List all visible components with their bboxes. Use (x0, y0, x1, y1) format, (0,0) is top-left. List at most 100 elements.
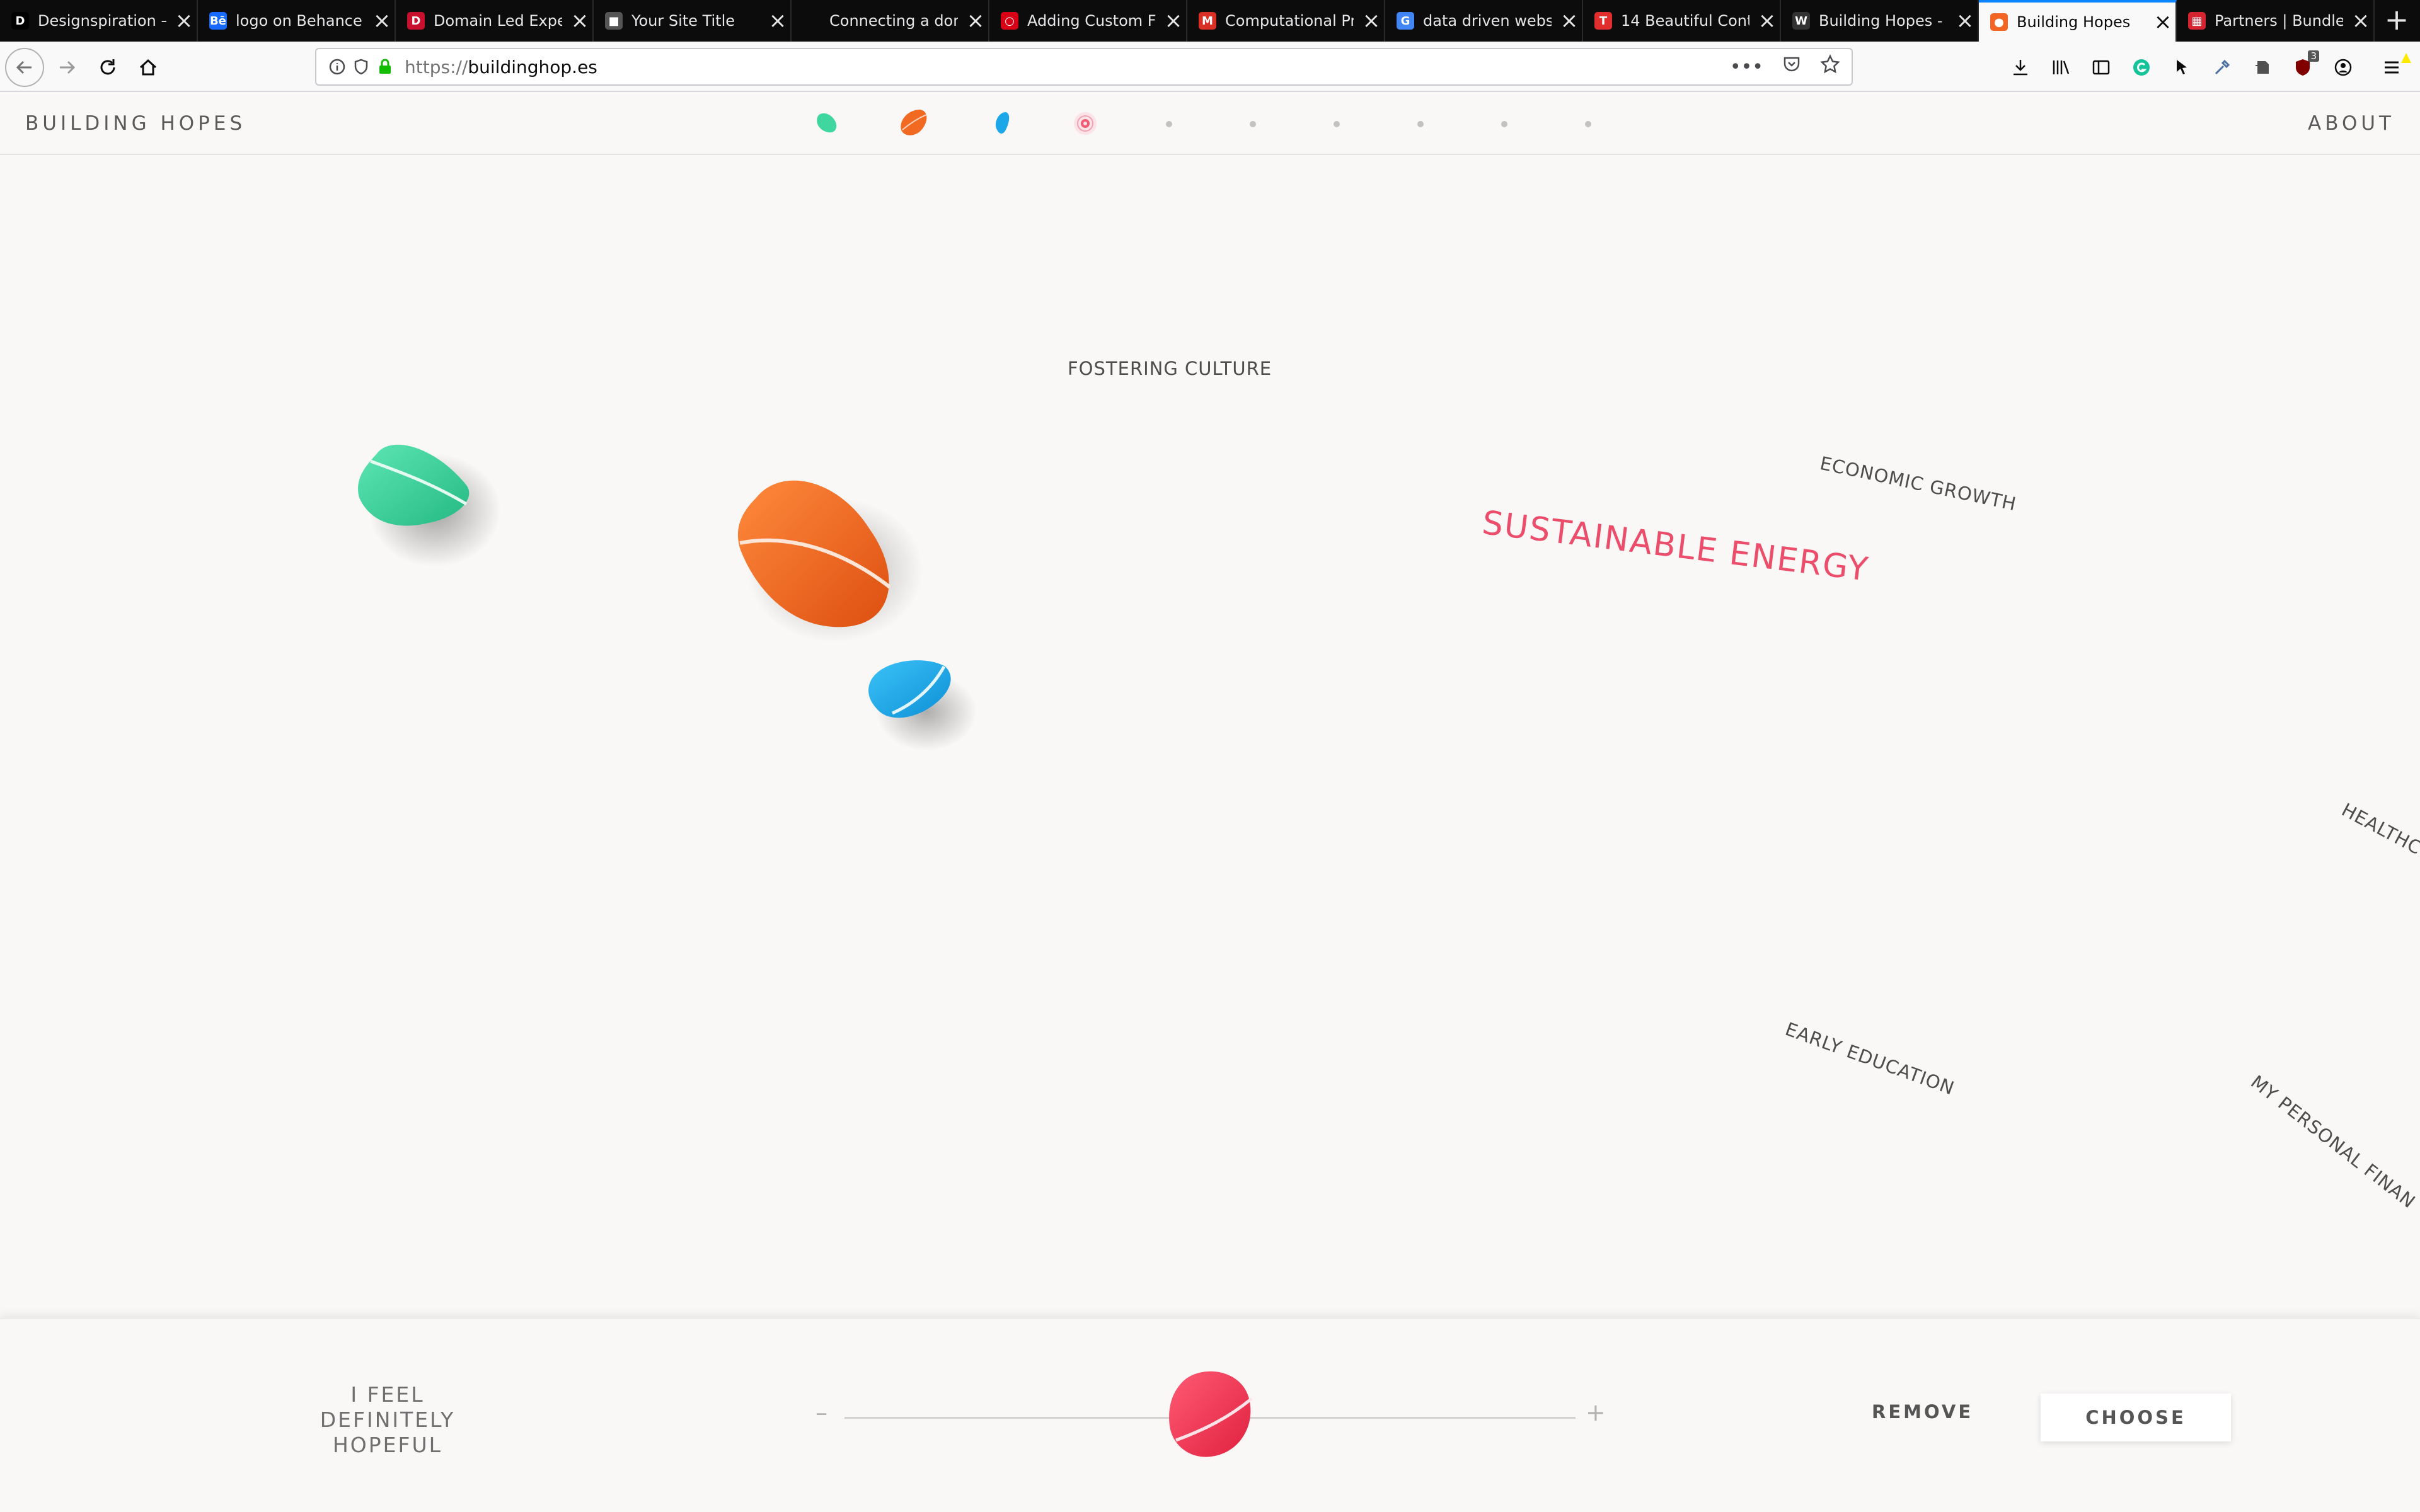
menu-hamburger-icon[interactable] (2363, 48, 2420, 87)
progress-current-target-icon[interactable] (1070, 108, 1100, 139)
tab-favicon-icon: ▦ (2188, 12, 2206, 30)
new-tab-button[interactable]: + (2380, 4, 2414, 38)
word-early-education[interactable]: EARLY EDUCATION (1782, 1018, 1957, 1099)
back-button[interactable] (5, 48, 44, 87)
site-header: BUILDING HOPES ABOUT (0, 93, 2420, 155)
browser-tab[interactable]: ○ Adding Custom Fo × (989, 0, 1187, 42)
increase-hope-button[interactable]: + (1586, 1399, 1606, 1426)
ublock-origin-icon[interactable]: 3 (2283, 48, 2323, 87)
tab-close-icon[interactable]: × (171, 10, 197, 32)
tab-close-icon[interactable]: × (1952, 10, 1978, 32)
back-arrow-icon (16, 60, 32, 74)
account-icon[interactable] (2323, 48, 2363, 87)
reload-button[interactable] (88, 48, 127, 87)
info-icon[interactable] (329, 59, 345, 75)
tab-close-icon[interactable]: × (369, 10, 395, 32)
tab-title: logo on Behance (236, 12, 362, 30)
tab-title: data driven websit (1423, 12, 1552, 30)
hope-level-label: I FEEL DEFINITELY HOPEFUL (296, 1382, 479, 1458)
progress-dot[interactable] (1417, 121, 1424, 127)
tab-close-icon[interactable]: × (963, 10, 988, 32)
tab-close-icon[interactable]: × (765, 10, 790, 32)
browser-tab[interactable]: T 14 Beautiful Conte × (1583, 0, 1781, 42)
grammarly-icon[interactable] (2121, 48, 2162, 87)
cursor-extension-icon[interactable] (2162, 48, 2202, 87)
home-icon (139, 59, 157, 76)
browser-tab[interactable]: Connecting a dom × (792, 0, 989, 42)
forward-button[interactable] (48, 48, 87, 87)
browser-tab[interactable]: Gdata driven websit × (1385, 0, 1583, 42)
url-bar[interactable]: https://buildinghop.es ••• (315, 48, 1853, 86)
tab-close-icon[interactable]: × (1161, 10, 1186, 32)
browser-tab[interactable]: ● Building Hopes × (1979, 0, 2177, 42)
tab-title: Computational Pra (1225, 12, 1354, 30)
tab-title: Building Hopes - A (1819, 12, 1947, 30)
remove-button[interactable]: REMOVE (1872, 1401, 1973, 1423)
tab-close-icon[interactable]: × (567, 10, 592, 32)
tab-favicon-icon: M (1199, 12, 1216, 30)
browser-tab[interactable]: D Designspiration — × (0, 0, 198, 42)
tab-title: 14 Beautiful Conte (1621, 12, 1749, 30)
progress-dot[interactable] (1585, 121, 1591, 127)
word-sustainable-energy[interactable]: SUSTAINABLE ENERGY (1480, 504, 1871, 589)
progress-dot[interactable] (1250, 121, 1256, 127)
evernote-icon[interactable] (2242, 48, 2283, 87)
tab-favicon-icon: T (1594, 12, 1612, 30)
browser-tab[interactable]: ▦ Partners | Bundle × (2177, 0, 2375, 42)
word-fostering-culture[interactable]: FOSTERING CULTURE (1068, 358, 1272, 379)
tracking-protection-shield-icon[interactable] (353, 59, 369, 75)
tab-title: Connecting a dom (829, 12, 958, 30)
sidebar-icon[interactable] (2081, 48, 2121, 87)
browser-tab[interactable]: ■ Your Site Title × (594, 0, 792, 42)
tab-favicon-icon (803, 12, 821, 30)
word-personal-finance[interactable]: MY PERSONAL FINAN (2247, 1071, 2419, 1213)
stone-green[interactable] (340, 416, 504, 580)
home-button[interactable] (129, 48, 168, 87)
hope-selector-panel: I FEEL DEFINITELY HOPEFUL – + REMOVE CHO… (0, 1318, 2420, 1512)
tab-close-icon[interactable]: × (2348, 10, 2373, 32)
decrease-hope-button[interactable]: – (815, 1399, 827, 1426)
pocket-icon[interactable] (1782, 55, 1801, 79)
ublock-badge: 3 (2308, 50, 2319, 62)
library-icon[interactable] (2041, 48, 2081, 87)
lock-icon[interactable] (377, 59, 393, 75)
word-economic-growth[interactable]: ECONOMIC GROWTH (1818, 452, 2019, 515)
browser-tab[interactable]: W Building Hopes - A × (1781, 0, 1979, 42)
progress-stone-green-icon[interactable] (813, 108, 842, 137)
tab-close-icon[interactable]: × (1754, 10, 1780, 32)
browser-toolbar: https://buildinghop.es ••• 3 (0, 42, 2420, 92)
url-protocol: https:// (405, 56, 468, 77)
word-healthcare[interactable]: HEALTHC (2338, 799, 2420, 859)
update-warning-icon (2401, 53, 2411, 63)
about-link[interactable]: ABOUT (2308, 112, 2395, 135)
browser-tab[interactable]: Bē logo on Behance × (198, 0, 396, 42)
progress-stone-orange-icon[interactable] (895, 105, 933, 142)
bookmark-star-icon[interactable] (1820, 54, 1840, 79)
tab-title: Building Hopes (2017, 13, 2131, 31)
tab-close-icon[interactable]: × (1557, 10, 1582, 32)
tab-favicon-icon: ■ (605, 12, 623, 30)
browser-tab[interactable]: M Computational Pra × (1187, 0, 1385, 42)
tab-favicon-icon: D (11, 12, 29, 30)
tab-title: Designspiration — (38, 12, 166, 30)
tab-favicon-icon: ○ (1001, 12, 1018, 30)
tab-favicon-icon: D (407, 12, 425, 30)
tab-title: Adding Custom Fo (1027, 12, 1156, 30)
progress-dot[interactable] (1166, 121, 1172, 127)
download-icon[interactable] (2000, 48, 2041, 87)
toolbar-extensions: 3 (2000, 48, 2420, 87)
hope-slider-handle-stone[interactable] (1160, 1361, 1260, 1474)
tab-close-icon[interactable]: × (2150, 11, 2175, 33)
reload-icon (100, 59, 115, 75)
progress-stone-blue-icon[interactable] (989, 107, 1015, 140)
tab-close-icon[interactable]: × (1359, 10, 1384, 32)
stone-blue[interactable] (857, 643, 983, 756)
site-logo-text[interactable]: BUILDING HOPES (25, 112, 246, 135)
progress-dot[interactable] (1334, 121, 1340, 127)
eyedropper-icon[interactable] (2202, 48, 2242, 87)
stone-orange[interactable] (712, 454, 926, 655)
choose-button[interactable]: CHOOSE (2041, 1394, 2231, 1441)
page-actions-menu-icon[interactable]: ••• (1730, 56, 1763, 78)
progress-dot[interactable] (1501, 121, 1507, 127)
browser-tab[interactable]: D Domain Led Experi × (396, 0, 594, 42)
